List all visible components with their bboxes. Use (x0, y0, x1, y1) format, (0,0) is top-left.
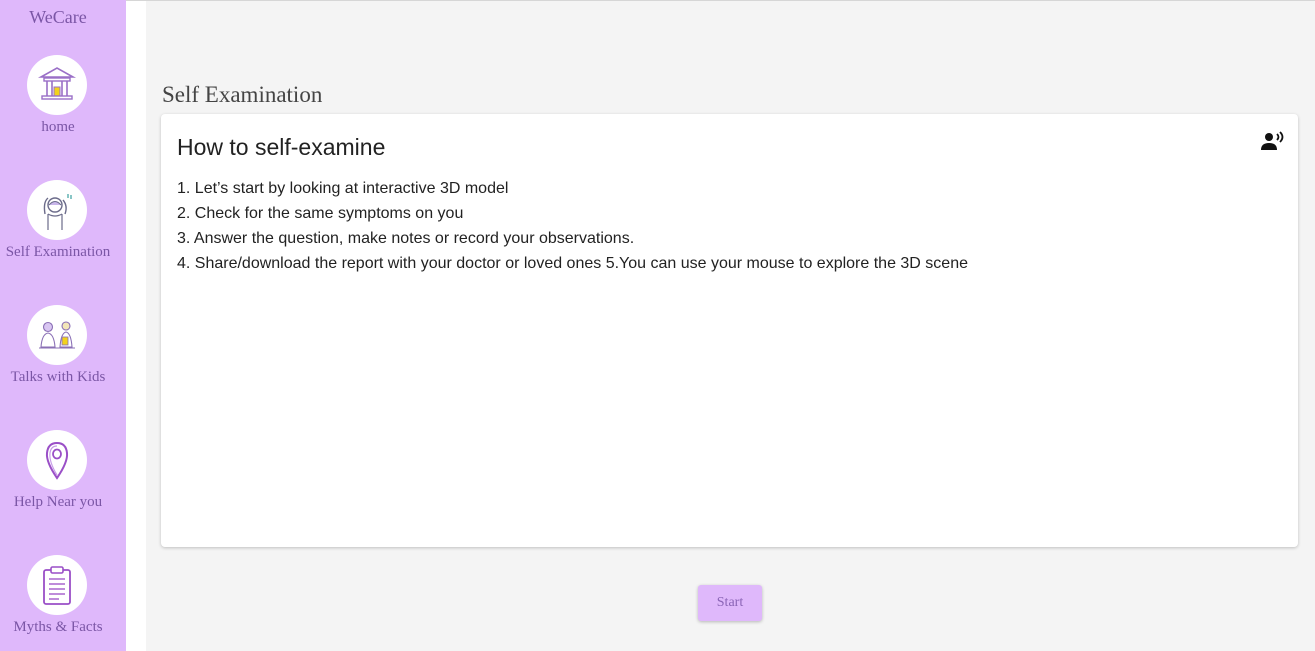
brand-logo-text: WeCare (29, 7, 87, 27)
start-button[interactable]: Start (698, 585, 762, 621)
steps-list: 1. Let’s start by looking at interactive… (177, 176, 968, 276)
clipboard-icon (27, 555, 87, 615)
list-item: 1. Let’s start by looking at interactive… (177, 180, 509, 197)
home-icon (27, 55, 87, 115)
sidebar-item-label: Self Examination (5, 244, 111, 260)
instructions-card: How to self-examine 1. Let’s start by lo… (161, 114, 1298, 547)
text-to-speech-icon[interactable] (1261, 131, 1285, 153)
sidebar-item-label: home (41, 119, 75, 135)
list-item: 2. Check for the same symptoms on you (177, 205, 464, 222)
talks-kids-icon (27, 305, 87, 365)
page-title: Self Examination (162, 82, 323, 107)
list-item: 4. Share/download the report with your d… (177, 255, 968, 272)
location-pin-icon (27, 430, 87, 490)
card-title: How to self-examine (177, 134, 386, 160)
sidebar-item-label: Talks with Kids (10, 369, 106, 385)
sidebar-item-label: Myths & Facts (13, 619, 103, 635)
sidebar-item-label: Help Near you (13, 494, 103, 510)
list-item: 3. Answer the question, make notes or re… (177, 230, 635, 247)
self-exam-icon (27, 180, 87, 240)
sidebar: WeCare home Self Examination Talks with … (0, 0, 126, 651)
